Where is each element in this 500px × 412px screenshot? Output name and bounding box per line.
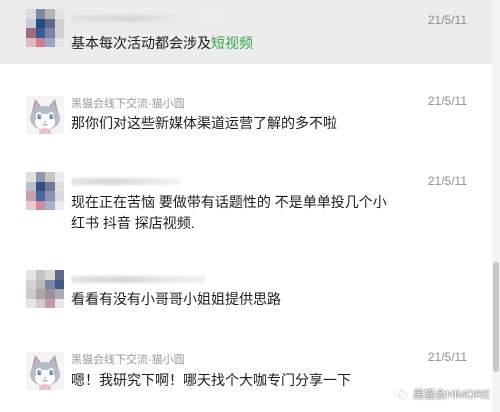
blurred-avatar[interactable]	[26, 270, 64, 308]
blurred-sender-name	[71, 276, 206, 283]
sender-name: 黑猫会线下交流-猫小圆	[71, 354, 185, 366]
message-text: 嗯！我研究下啊！哪天找个大咖专门分享一下	[71, 372, 351, 388]
message-text: 看看有没有小哥哥小姐姐提供思路	[71, 291, 281, 307]
blurred-avatar[interactable]	[26, 172, 64, 210]
chat-message[interactable]: 黑猫会线下交流-猫小圆 21/5/11 那你们对这些新媒体渠道运营了解的多不啦	[0, 86, 492, 146]
blurred-avatar[interactable]	[26, 9, 64, 47]
chat-message[interactable]: 21/5/11 基本每次活动都会涉及短视频	[0, 0, 492, 64]
message-time: 21/5/11	[427, 350, 467, 364]
message-time: 21/5/11	[427, 174, 467, 188]
message-time: 21/5/11	[427, 13, 467, 27]
watermark-text: 黑猫会HIMORE	[413, 389, 490, 401]
message-text-part: 基本每次活动都会涉及	[71, 35, 211, 51]
sender-name: 黑猫会线下交流-猫小圆	[71, 98, 185, 110]
highlight-keyword: 短视频	[211, 35, 253, 51]
message-text: 基本每次活动都会涉及短视频	[71, 34, 253, 53]
scrollbar-thumb[interactable]	[493, 262, 499, 372]
cartoon-cat-avatar[interactable]	[26, 352, 64, 390]
message-text-line: 红书 抖音 探店视频.	[71, 215, 195, 231]
cartoon-cat-avatar[interactable]	[26, 96, 64, 134]
chat-message[interactable]: 看看有没有小哥哥小姐姐提供思路	[0, 264, 492, 322]
wechat-channel-icon	[394, 388, 408, 400]
message-time: 21/5/11	[427, 94, 467, 108]
blurred-sender-name	[71, 178, 181, 185]
vertical-scrollbar[interactable]	[492, 0, 500, 412]
message-text-line: 现在正在苦恼 要做带有话题性的 不是单单投几个小	[71, 194, 387, 210]
message-text: 那你们对这些新媒体渠道运营了解的多不啦	[71, 115, 337, 131]
watermark: 黑猫会HIMORE	[393, 386, 490, 402]
chat-message[interactable]: 21/5/11 现在正在苦恼 要做带有话题性的 不是单单投几个小 红书 抖音 探…	[0, 166, 492, 246]
blurred-sender-name	[71, 15, 221, 22]
chat-history-window: 21/5/11 基本每次活动都会涉及短视频 黑猫会线下交流-猫小圆 21/5/1…	[0, 0, 500, 412]
